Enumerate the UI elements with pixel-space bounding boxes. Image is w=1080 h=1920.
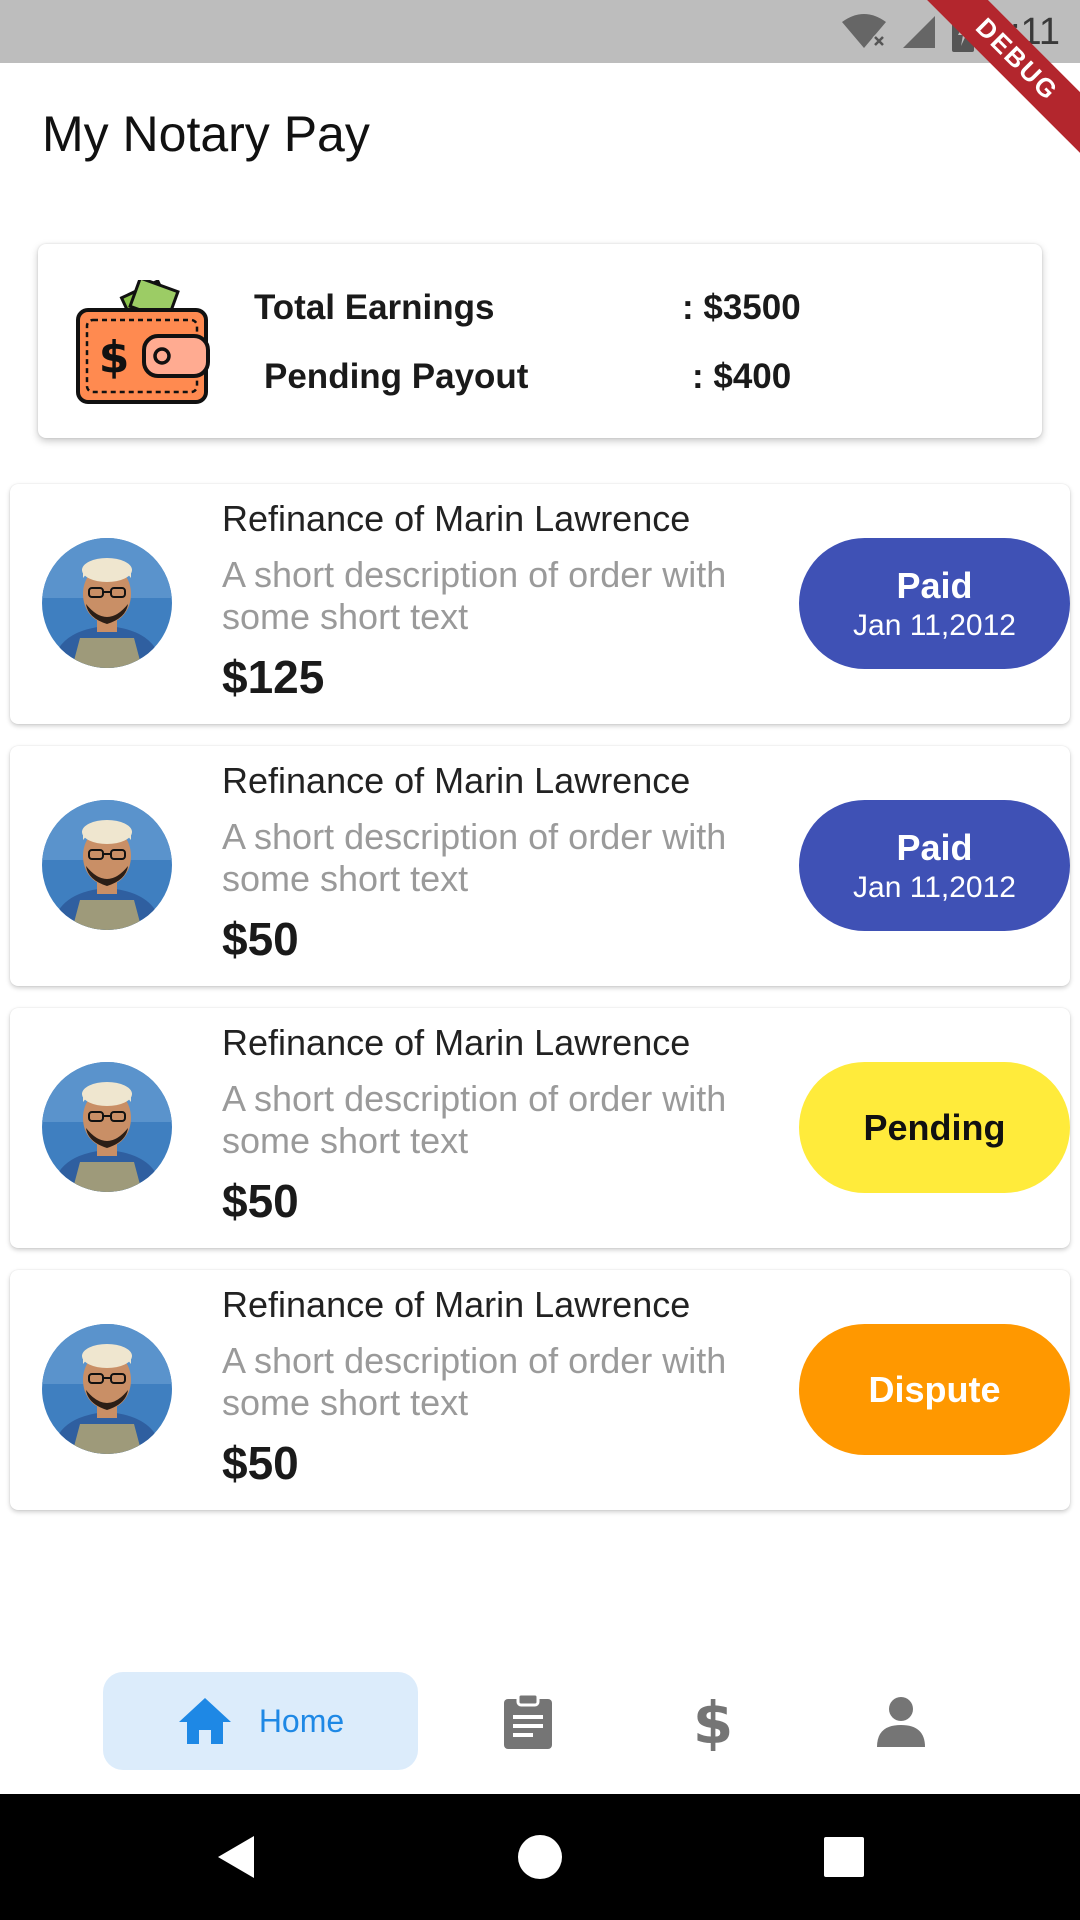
avatar [42,800,172,930]
order-card[interactable]: Refinance of Marin Lawrence A short desc… [10,1008,1070,1248]
svg-text:$: $ [99,332,130,383]
pending-payout-label: Pending Payout [264,357,529,396]
order-card[interactable]: Refinance of Marin Lawrence A short desc… [10,1270,1070,1510]
order-amount: $125 [222,651,325,703]
order-description: A short description of order with some s… [222,554,727,637]
wifi-icon [841,14,886,48]
order-card[interactable]: Refinance of Marin Lawrence A short desc… [10,746,1070,986]
avatar [42,1324,172,1454]
status-icons: 3:11 [841,10,1060,54]
status-label: Dispute [868,1368,1001,1410]
wallet-icon: $ [76,280,210,404]
nav-profile[interactable] [866,1686,936,1756]
back-button[interactable] [204,1824,270,1890]
pending-payout-value: : $400 [692,357,792,396]
home-icon [178,1698,231,1744]
total-earnings-label: Total Earnings [254,288,495,327]
clipboard-icon [504,1693,552,1749]
order-amount: $50 [222,1437,299,1489]
status-date: Jan 11,2012 [853,608,1016,642]
earnings-summary-card: $ Total Earnings : $3500 Pending Payout … [38,244,1042,438]
nav-orders[interactable] [493,1686,563,1756]
recents-button[interactable] [811,1824,877,1890]
order-description: A short description of order with some s… [222,816,727,899]
recents-square-icon [824,1837,864,1877]
nav-payments[interactable]: $ [678,1686,748,1756]
home-circle-icon [518,1835,562,1879]
status-badge[interactable]: Paid Jan 11,2012 [799,538,1070,669]
order-title: Refinance of Marin Lawrence [222,1022,691,1063]
nav-home[interactable]: Home [103,1672,418,1770]
page-title: My Notary Pay [42,106,370,162]
back-triangle-icon [218,1836,254,1878]
avatar [42,1062,172,1192]
system-navigation-bar [0,1794,1080,1920]
signal-icon [902,16,935,48]
bottom-navigation: Home $ [0,1650,1080,1794]
status-bar: 3:11 DEBUG [0,0,1080,157]
order-title: Refinance of Marin Lawrence [222,498,691,539]
status-badge[interactable]: Pending [799,1062,1070,1193]
order-card[interactable]: Refinance of Marin Lawrence A short desc… [10,484,1070,724]
avatar [42,538,172,668]
person-icon [877,1697,925,1747]
status-label: Paid [896,564,973,606]
order-description: A short description of order with some s… [222,1078,727,1161]
order-amount: $50 [222,1175,299,1227]
order-title: Refinance of Marin Lawrence [222,760,691,801]
nav-home-label: Home [258,1702,345,1739]
svg-text:$: $ [693,1691,733,1751]
dollar-icon: $ [693,1691,733,1751]
status-badge[interactable]: Dispute [799,1324,1070,1455]
order-amount: $50 [222,913,299,965]
status-label: Pending [863,1106,1006,1148]
total-earnings-value: : $3500 [682,288,801,327]
status-label: Paid [896,826,973,868]
status-time: 3:11 [988,10,1060,53]
status-date: Jan 11,2012 [853,870,1016,904]
status-badge[interactable]: Paid Jan 11,2012 [799,800,1070,931]
home-system-button[interactable] [507,1824,573,1890]
battery-icon [951,12,974,52]
order-title: Refinance of Marin Lawrence [222,1284,691,1325]
order-description: A short description of order with some s… [222,1340,727,1423]
